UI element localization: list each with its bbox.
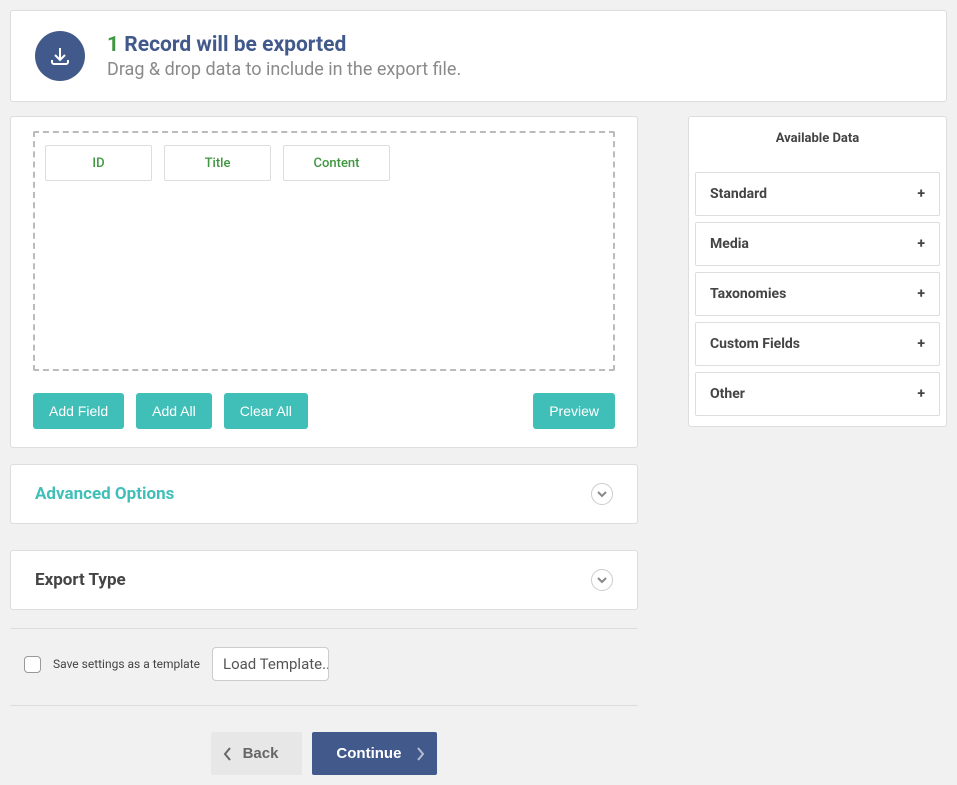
nav-buttons: Back Continue	[10, 732, 638, 775]
back-button[interactable]: Back	[211, 732, 303, 775]
plus-icon: +	[917, 236, 925, 252]
available-item-other[interactable]: Other +	[695, 372, 940, 416]
download-icon	[35, 31, 85, 81]
available-data-heading: Available Data	[689, 117, 946, 172]
load-template-select[interactable]: Load Template...	[212, 647, 329, 681]
continue-button[interactable]: Continue	[312, 732, 437, 775]
available-item-standard[interactable]: Standard +	[695, 172, 940, 216]
plus-icon: +	[917, 186, 925, 202]
save-template-row: Save settings as a template Load Templat…	[10, 643, 638, 681]
field-chip-title[interactable]: Title	[164, 145, 271, 181]
available-item-label: Other	[710, 386, 745, 402]
header-title: 1 Record will be exported	[107, 33, 461, 57]
save-template-checkbox[interactable]	[24, 656, 41, 673]
clear-all-button[interactable]: Clear All	[224, 393, 308, 429]
available-item-taxonomies[interactable]: Taxonomies +	[695, 272, 940, 316]
chevron-right-icon	[415, 747, 425, 761]
export-type-accordion[interactable]: Export Type	[10, 550, 638, 610]
available-item-custom-fields[interactable]: Custom Fields +	[695, 322, 940, 366]
back-button-label: Back	[243, 745, 279, 762]
available-data-panel: Available Data Standard + Media + Taxono…	[688, 116, 947, 427]
available-item-label: Media	[710, 236, 749, 252]
plus-icon: +	[917, 286, 925, 302]
chevron-down-icon	[591, 483, 613, 505]
advanced-options-accordion[interactable]: Advanced Options	[10, 464, 638, 524]
field-builder-panel: ID Title Content Add Field Add All Clear…	[10, 116, 638, 448]
chevron-left-icon	[223, 747, 233, 761]
advanced-options-title: Advanced Options	[35, 484, 174, 504]
available-item-label: Standard	[710, 186, 767, 202]
divider	[10, 628, 638, 629]
header-subtitle: Drag & drop data to include in the expor…	[107, 59, 461, 80]
add-field-button[interactable]: Add Field	[33, 393, 124, 429]
header-panel: 1 Record will be exported Drag & drop da…	[10, 10, 947, 102]
continue-button-label: Continue	[336, 745, 401, 762]
available-item-media[interactable]: Media +	[695, 222, 940, 266]
header-text: 1 Record will be exported Drag & drop da…	[107, 33, 461, 80]
available-item-label: Taxonomies	[710, 286, 786, 302]
export-type-title: Export Type	[35, 570, 126, 590]
field-chip-id[interactable]: ID	[45, 145, 152, 181]
chevron-down-icon	[591, 569, 613, 591]
plus-icon: +	[917, 336, 925, 352]
preview-button[interactable]: Preview	[533, 393, 615, 429]
divider	[10, 705, 638, 706]
header-title-text: Record will be exported	[124, 33, 346, 57]
drop-zone[interactable]: ID Title Content	[33, 131, 615, 371]
record-count: 1	[107, 33, 119, 57]
available-item-label: Custom Fields	[710, 336, 800, 352]
field-chip-content[interactable]: Content	[283, 145, 390, 181]
save-template-label: Save settings as a template	[53, 657, 200, 671]
plus-icon: +	[917, 386, 925, 402]
add-all-button[interactable]: Add All	[136, 393, 212, 429]
